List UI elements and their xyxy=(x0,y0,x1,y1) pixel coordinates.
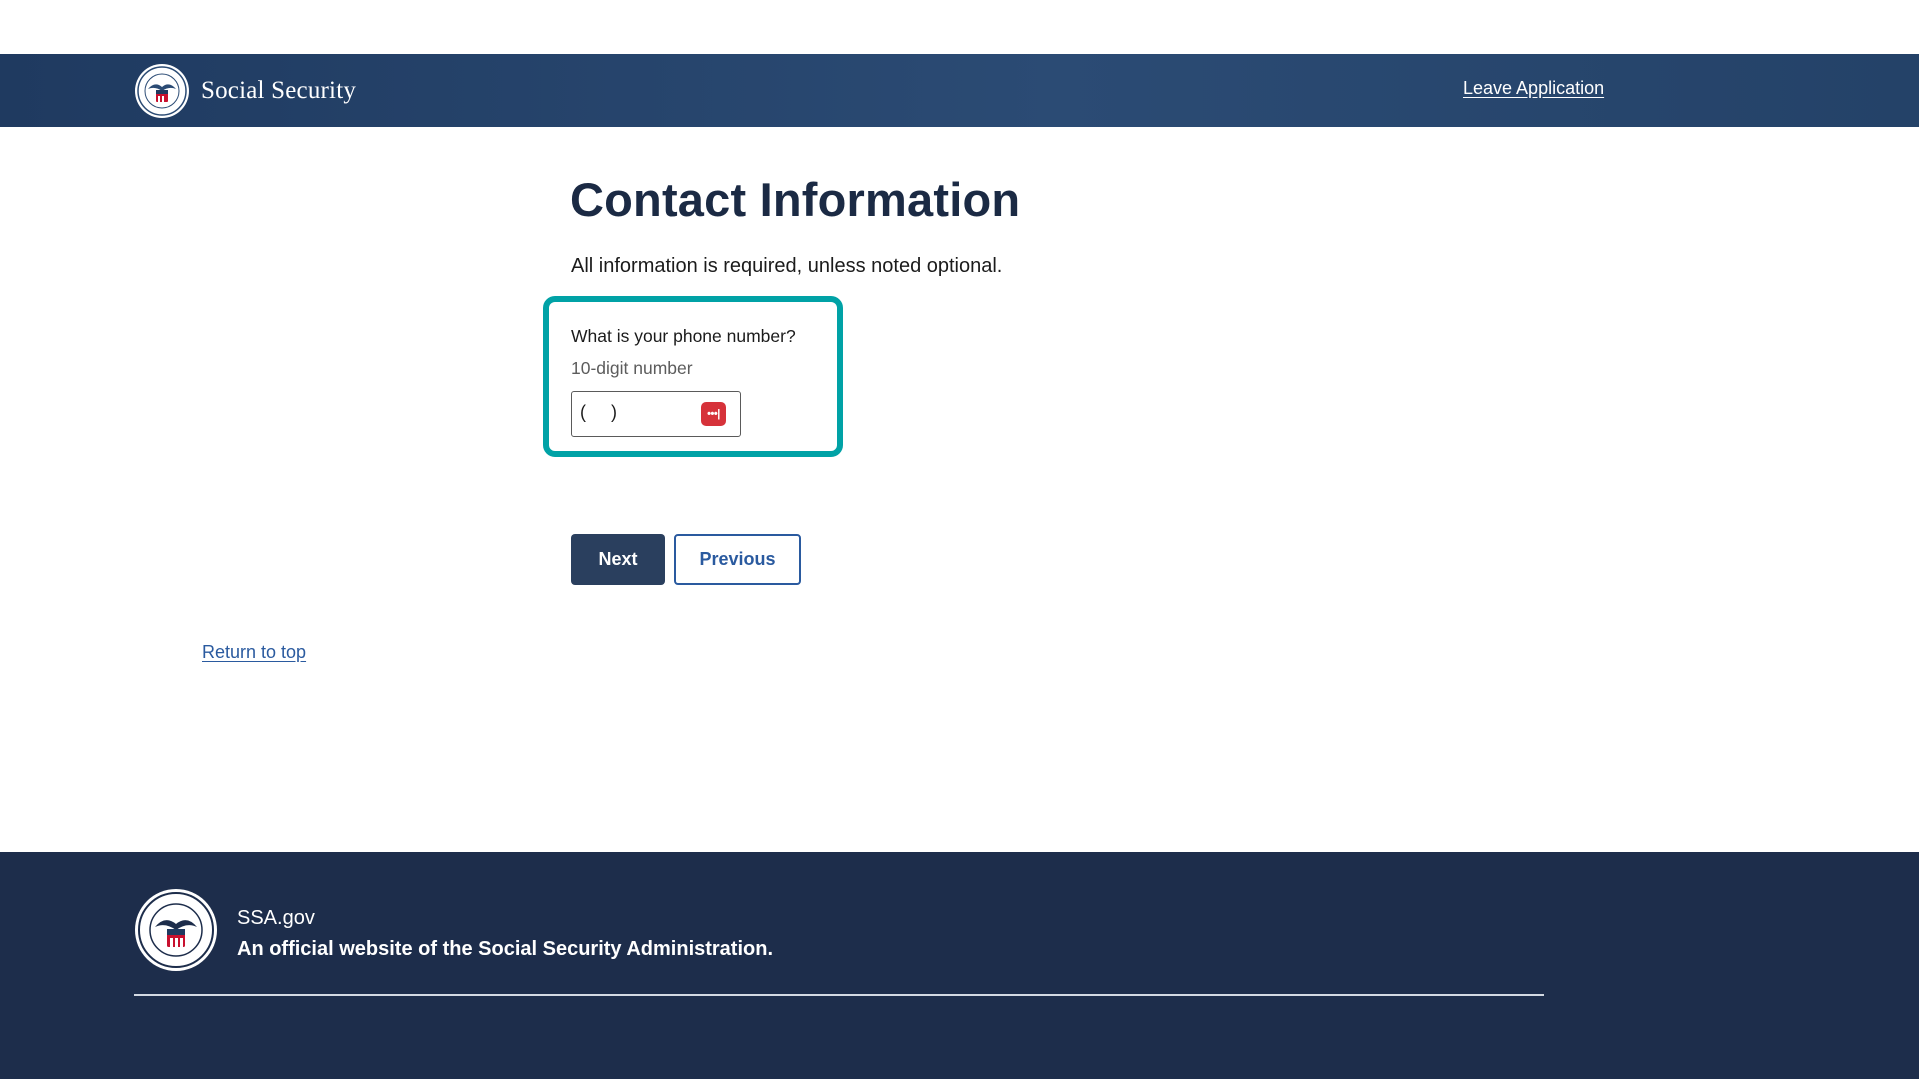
phone-input-mask: ( ) xyxy=(580,402,617,422)
phone-field-group: What is your phone number? 10-digit numb… xyxy=(543,296,843,457)
next-button[interactable]: Next xyxy=(571,534,665,585)
brand[interactable]: Social Security xyxy=(134,63,356,119)
password-manager-icon[interactable]: •••| xyxy=(701,402,726,426)
footer-official-statement: An official website of the Social Securi… xyxy=(237,938,774,960)
phone-number-input[interactable]: ( ) •••| xyxy=(571,391,741,437)
return-to-top-link[interactable]: Return to top xyxy=(202,642,306,663)
page: Social Security Leave Application Contac… xyxy=(0,0,1919,1079)
intro-text: All information is required, unless note… xyxy=(571,255,1003,277)
page-title: Contact Information xyxy=(570,173,1021,226)
previous-button[interactable]: Previous xyxy=(674,534,801,585)
brand-name: Social Security xyxy=(201,77,357,104)
phone-field-hint: 10-digit number xyxy=(571,358,693,378)
leave-application-link[interactable]: Leave Application xyxy=(1463,78,1604,99)
ssa-seal-icon xyxy=(135,64,189,118)
phone-field-label: What is your phone number? xyxy=(571,326,796,346)
site-header: Social Security Leave Application xyxy=(0,54,1919,127)
footer-divider xyxy=(134,994,1544,996)
footer-domain: SSA.gov xyxy=(237,907,315,929)
ssa-seal-icon xyxy=(135,889,217,971)
site-footer: SSA.gov An official website of the Socia… xyxy=(0,852,1919,1079)
